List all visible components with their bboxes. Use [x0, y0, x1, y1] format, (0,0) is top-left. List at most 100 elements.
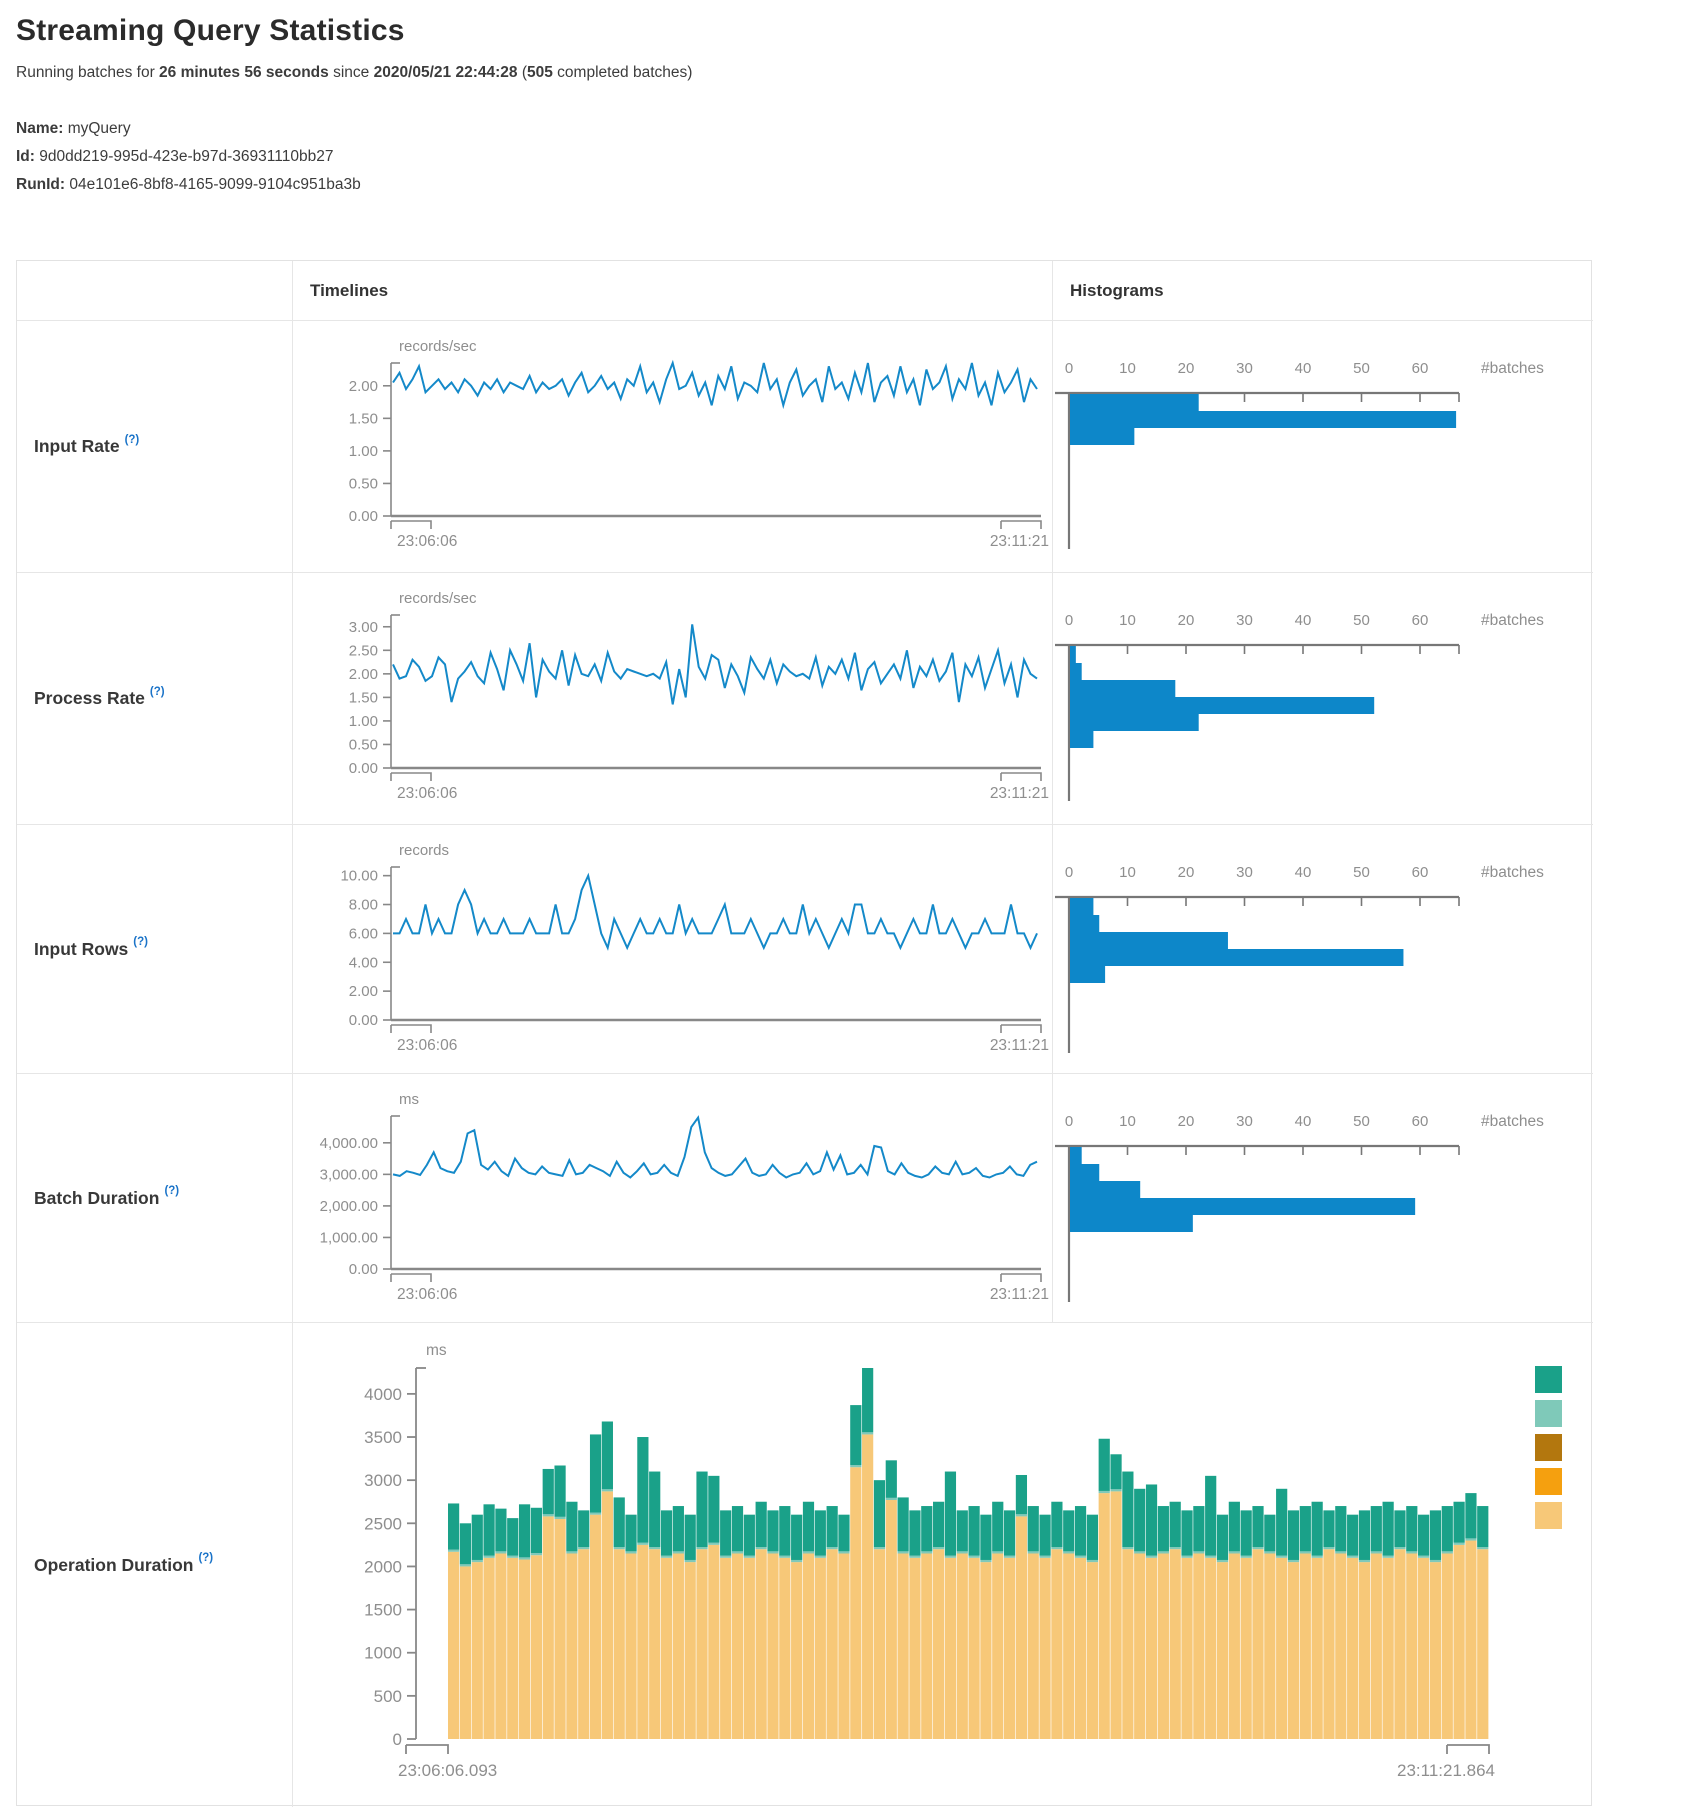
svg-text:40: 40: [1295, 612, 1312, 629]
completed-suffix: completed batches): [553, 64, 693, 81]
process-rate-timeline-chart: records/sec3.002.502.001.501.000.500.002…: [293, 573, 1052, 825]
query-id-label: Id:: [16, 148, 35, 165]
histogram-svg: 0102030405060#batches: [1053, 321, 1591, 571]
timeline-svg: records10.008.006.004.002.000.0023:06:06…: [293, 825, 1051, 1074]
svg-text:2.00: 2.00: [349, 666, 378, 683]
svg-text:0.50: 0.50: [349, 475, 378, 492]
input-rate-timeline-cell: records/sec2.001.501.000.500.0023:06:062…: [293, 321, 1053, 573]
process-rate-histogram-cell: 0102030405060#batches: [1053, 573, 1593, 825]
process-rate-timeline-cell: records/sec3.002.502.001.501.000.500.002…: [293, 573, 1053, 825]
svg-text:23:11:21.864: 23:11:21.864: [1397, 1761, 1495, 1780]
svg-text:3,000.00: 3,000.00: [320, 1166, 378, 1183]
svg-text:10: 10: [1119, 1113, 1136, 1130]
svg-text:40: 40: [1295, 360, 1312, 377]
svg-text:1500: 1500: [364, 1601, 402, 1620]
legend-swatch-2: [1535, 1400, 1562, 1427]
svg-text:0.50: 0.50: [349, 736, 378, 753]
query-name-value: myQuery: [68, 120, 131, 137]
svg-text:6.00: 6.00: [349, 925, 378, 942]
input-rows-help-icon[interactable]: (?): [133, 936, 148, 948]
operation-duration-chart-cell: ms4000350030002500200015001000500023:06:…: [293, 1323, 1593, 1807]
query-meta: Name: myQuery Id: 9d0dd219-995d-423e-b97…: [16, 120, 361, 204]
svg-text:10: 10: [1119, 360, 1136, 377]
operation-duration-help-icon[interactable]: (?): [198, 1552, 213, 1564]
svg-text:23:11:21: 23:11:21: [990, 1286, 1049, 1303]
process-rate-help-icon[interactable]: (?): [150, 686, 165, 698]
svg-text:#batches: #batches: [1481, 864, 1544, 881]
svg-text:50: 50: [1353, 360, 1370, 377]
svg-text:2500: 2500: [364, 1514, 402, 1533]
svg-text:10: 10: [1119, 864, 1136, 881]
batch-duration-timeline-cell: ms4,000.003,000.002,000.001,000.000.0023…: [293, 1074, 1053, 1323]
running-duration: 26 minutes 56 seconds: [159, 64, 329, 81]
operation-duration-stacked-chart: ms4000350030002500200015001000500023:06:…: [293, 1323, 1593, 1807]
svg-text:3.00: 3.00: [349, 619, 378, 636]
query-name-label: Name:: [16, 120, 63, 137]
input-rate-timeline-chart: records/sec2.001.501.000.500.0023:06:062…: [293, 321, 1052, 573]
svg-text:1.00: 1.00: [349, 443, 378, 460]
svg-text:#batches: #batches: [1481, 612, 1544, 629]
svg-text:20: 20: [1178, 360, 1195, 377]
svg-text:30: 30: [1236, 360, 1253, 377]
svg-text:60: 60: [1412, 864, 1429, 881]
row-label-input-rate: Input Rate(?): [17, 321, 293, 573]
svg-text:1.50: 1.50: [349, 410, 378, 427]
input-rows-histogram-chart: 0102030405060#batches: [1053, 825, 1593, 1074]
header-timelines: Timelines: [293, 261, 1053, 321]
svg-text:0: 0: [1065, 612, 1073, 629]
svg-text:60: 60: [1412, 360, 1429, 377]
since-text: since: [329, 64, 374, 81]
svg-text:23:06:06: 23:06:06: [397, 785, 457, 802]
svg-text:2.00: 2.00: [349, 983, 378, 1000]
batch-duration-histogram-cell: 0102030405060#batches: [1053, 1074, 1593, 1323]
svg-text:records: records: [399, 842, 449, 859]
histogram-svg: 0102030405060#batches: [1053, 573, 1591, 823]
legend-swatch-4: [1535, 1468, 1562, 1495]
svg-text:2000: 2000: [364, 1557, 402, 1576]
paren-open: (: [518, 64, 527, 81]
svg-text:records/sec: records/sec: [399, 590, 477, 607]
input-rate-histogram-chart: 0102030405060#batches: [1053, 321, 1593, 573]
query-id-line: Id: 9d0dd219-995d-423e-b97d-36931110bb27: [16, 148, 361, 166]
svg-text:30: 30: [1236, 1113, 1253, 1130]
histogram-svg: 0102030405060#batches: [1053, 825, 1591, 1074]
row-label-operation-duration: Operation Duration(?): [17, 1323, 293, 1807]
input-rate-help-icon[interactable]: (?): [125, 434, 140, 446]
row-label-process-rate: Process Rate(?): [17, 573, 293, 825]
completed-count: 505: [527, 64, 553, 81]
svg-text:1.50: 1.50: [349, 689, 378, 706]
header-empty-cell: [17, 261, 293, 321]
svg-text:0.00: 0.00: [349, 508, 378, 525]
row-label-batch-duration: Batch Duration(?): [17, 1074, 293, 1323]
svg-text:20: 20: [1178, 612, 1195, 629]
svg-text:0.00: 0.00: [349, 1012, 378, 1029]
svg-text:ms: ms: [399, 1091, 419, 1108]
svg-text:3000: 3000: [364, 1471, 402, 1490]
batch-duration-help-icon[interactable]: (?): [164, 1185, 179, 1197]
svg-text:50: 50: [1353, 612, 1370, 629]
svg-text:23:11:21: 23:11:21: [990, 533, 1049, 550]
svg-text:0: 0: [393, 1730, 402, 1749]
query-name-line: Name: myQuery: [16, 120, 361, 138]
svg-text:8.00: 8.00: [349, 897, 378, 914]
running-batches-summary: Running batches for 26 minutes 56 second…: [16, 64, 692, 82]
svg-text:23:06:06: 23:06:06: [397, 1037, 457, 1054]
svg-text:3500: 3500: [364, 1428, 402, 1447]
svg-text:20: 20: [1178, 864, 1195, 881]
svg-text:4,000.00: 4,000.00: [320, 1135, 378, 1152]
legend-swatch-5: [1535, 1502, 1562, 1529]
legend-swatch-1: [1535, 1366, 1562, 1393]
batch-duration-timeline-chart: ms4,000.003,000.002,000.001,000.000.0023…: [293, 1074, 1052, 1323]
svg-text:23:06:06.093: 23:06:06.093: [398, 1761, 497, 1780]
header-histograms: Histograms: [1053, 261, 1593, 321]
svg-text:40: 40: [1295, 1113, 1312, 1130]
query-runid-line: RunId: 04e101e6-8bf8-4165-9099-9104c951b…: [16, 176, 361, 194]
svg-text:30: 30: [1236, 864, 1253, 881]
svg-text:1000: 1000: [364, 1644, 402, 1663]
svg-text:40: 40: [1295, 864, 1312, 881]
svg-text:1,000.00: 1,000.00: [320, 1229, 378, 1246]
timeline-svg: ms4,000.003,000.002,000.001,000.000.0023…: [293, 1074, 1051, 1323]
svg-text:0.00: 0.00: [349, 1261, 378, 1278]
svg-text:500: 500: [374, 1687, 402, 1706]
svg-text:#batches: #batches: [1481, 360, 1544, 377]
